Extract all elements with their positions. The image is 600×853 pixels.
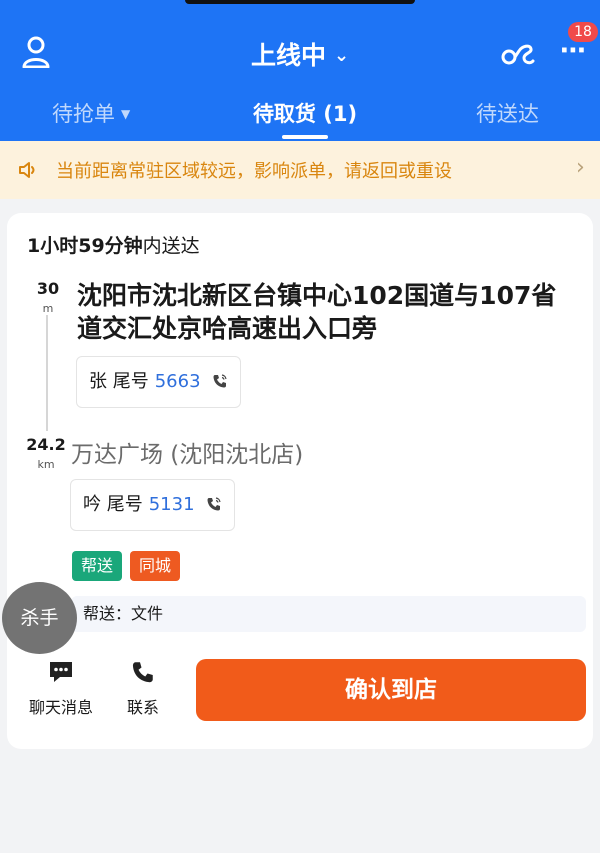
dropoff-address: 万达广场 (沈阳沈北店) [71,442,304,468]
tag-same-city: 同城 [130,551,181,581]
tab-pending-delivery[interactable]: 待送达 [476,98,539,128]
call-label: 联系 [126,698,159,717]
deadline-time: 1小时59分钟 [27,235,143,257]
contact-digits: 5131 [148,494,195,515]
contact-digits: 5663 [154,371,201,392]
deadline-suffix: 内送达 [142,235,200,257]
tab-label: 待送达 [476,102,539,126]
device-notch [185,0,415,4]
pickup-distance-value: 30 [36,279,60,298]
tag-help-send: 帮送 [72,551,123,581]
order-note: 帮送：文件 [71,596,586,632]
pickup-distance-unit: m [42,302,54,315]
contact-call-button[interactable]: 联系 [121,660,165,718]
phone-icon [132,662,153,683]
phone-call-icon [207,497,221,511]
phone-call-icon [213,374,227,388]
notification-badge: 18 [568,22,598,42]
pickup-distance: 30 m [33,279,63,315]
chat-bubble-icon [50,662,72,682]
pickup-address: 沈阳市沈北新区台镇中心102国道与107省道交汇处京哈高速出入口旁 [77,281,557,343]
confirm-arrival-button[interactable]: 确认到店 [196,659,586,721]
contact-label: 吟 尾号 [83,494,143,515]
chevron-down-icon: ⌄ [333,45,350,66]
chevron-right-icon: › [576,155,585,180]
route-icon[interactable] [500,38,536,68]
delivery-deadline: 1小时59分钟内送达 [27,231,200,258]
tab-label: 待取货 (1) [252,102,358,126]
floating-overlay-bubble[interactable]: 杀手 [2,582,77,654]
order-card: 1小时59分钟内送达 30 m 24.2 km 沈阳市沈北新区台镇中心102国道… [7,213,593,749]
location-notice-banner[interactable]: 当前距离常驻区域较远，影响派单，请返回或重设 › [0,141,600,199]
pickup-contact-button[interactable]: 张 尾号 5663 [76,356,242,408]
chat-message-button[interactable]: 聊天消息 [24,660,98,718]
contact-label: 张 尾号 [89,371,149,392]
dropoff-contact-button[interactable]: 吟 尾号 5131 [70,479,236,531]
dropoff-distance-value: 24.2 [26,435,66,454]
route-line [46,315,48,431]
speaker-icon [19,162,35,178]
dropoff-distance: 24.2 km [21,435,71,471]
top-bar: 上线中 ⌄ ⋯ 18 待抢单 ▼ 待取货 (1) 待送达 [0,0,600,141]
chat-label: 聊天消息 [28,698,93,717]
online-status-label: 上线中 [250,41,326,70]
dropoff-distance-unit: km [37,458,55,471]
notice-text: 当前距离常驻区域较远，影响派单，请返回或重设 [56,161,452,182]
active-tab-indicator [282,135,328,139]
